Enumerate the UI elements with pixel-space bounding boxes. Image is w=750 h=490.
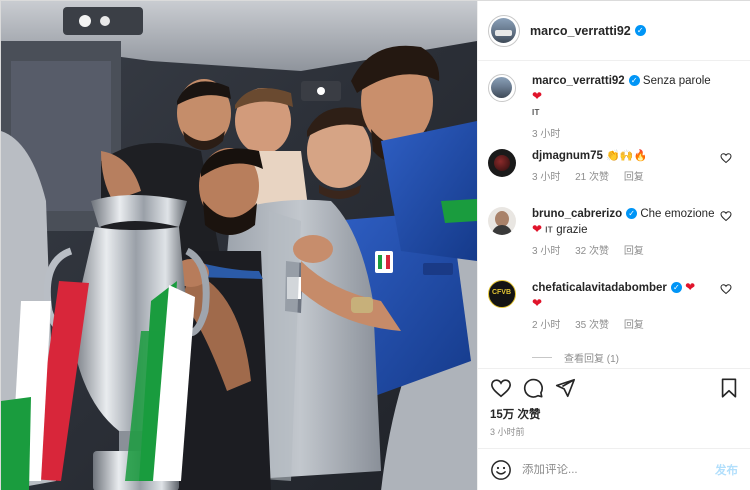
reply-button[interactable]: 回复 <box>624 172 644 183</box>
author-avatar[interactable] <box>488 14 520 47</box>
caption-text: Senza parole <box>642 75 711 87</box>
instagram-post-modal: marco_verratti92 ✓ marco_verratti92 ✓ Sen… <box>0 0 750 490</box>
italy-flag-icon: IT <box>532 108 540 117</box>
comment-body: chefaticalavitadabomber ✓ ❤ ❤ 2 小时 35 次赞 … <box>532 280 722 333</box>
like-comment-heart-icon[interactable] <box>720 283 732 295</box>
comment-time: 3 小时 <box>532 172 561 183</box>
comment-bubble-icon[interactable] <box>522 377 544 399</box>
comment-likes[interactable]: 21 次赞 <box>575 172 609 183</box>
view-replies-button[interactable]: 查看回复 (1) <box>532 350 619 365</box>
heart-emoji-icon: ❤ <box>532 89 543 103</box>
comment-meta: 3 小时 32 次赞 回复 <box>532 244 722 259</box>
verified-badge-icon: ✓ <box>670 282 682 294</box>
clap-emoji-icon: 👏 <box>606 150 620 162</box>
comment-meta: 3 小时 21 次赞 回复 <box>532 170 722 185</box>
add-comment-bar: 发布 <box>478 448 750 490</box>
post-actions: 15万 次赞 3 小时前 <box>478 368 750 448</box>
commenter-avatar[interactable] <box>488 149 516 177</box>
caption-avatar[interactable] <box>488 74 516 102</box>
fire-emoji-icon: 🔥 <box>633 150 648 162</box>
comments-list: marco_verratti92 ✓ Senza parole ❤ IT 3 小时… <box>478 62 750 368</box>
like-heart-icon[interactable] <box>490 377 512 399</box>
post-photo[interactable] <box>1 1 477 490</box>
heart-emoji-icon: ❤ <box>685 280 696 294</box>
verified-badge-icon: ✓ <box>626 208 638 220</box>
photo-illustration <box>1 1 477 490</box>
commenter-avatar[interactable]: CFVB <box>488 280 516 308</box>
comment-text: Che emozione <box>640 208 715 220</box>
reply-button[interactable]: 回复 <box>624 246 644 257</box>
comment-meta: 2 小时 35 次赞 回复 <box>532 318 722 333</box>
comment-body: bruno_cabrerizo ✓ Che emozione ❤ IT grazi… <box>532 207 722 259</box>
like-comment-heart-icon[interactable] <box>720 210 732 222</box>
likes-count[interactable]: 15万 次赞 <box>490 406 541 422</box>
verified-badge-icon: ✓ <box>628 75 640 87</box>
commenter-avatar[interactable] <box>488 207 516 235</box>
raised-hands-emoji-icon: 🙌 <box>619 150 634 162</box>
save-bookmark-icon[interactable] <box>718 377 740 399</box>
comment-likes[interactable]: 35 次赞 <box>575 320 609 331</box>
comment-time: 2 小时 <box>532 320 561 331</box>
post-time-ago: 3 小时前 <box>490 427 525 437</box>
share-paper-plane-icon[interactable] <box>554 377 576 399</box>
comment-text-after: grazie <box>556 224 588 236</box>
comment-username[interactable]: chefaticalavitadabomber <box>532 282 667 294</box>
cfvb-logo-text: CFVB <box>491 289 512 296</box>
caption-body: marco_verratti92 ✓ Senza parole ❤ IT 3 小时 <box>532 74 722 142</box>
comment-username[interactable]: bruno_cabrerizo <box>532 208 622 220</box>
comment-likes[interactable]: 32 次赞 <box>575 246 609 257</box>
comment-username[interactable]: djmagnum75 <box>532 150 603 162</box>
reply-button[interactable]: 回复 <box>624 320 644 331</box>
comment-time: 3 小时 <box>532 246 561 257</box>
caption-time: 3 小时 <box>532 128 561 140</box>
verified-badge-icon: ✓ <box>634 25 646 36</box>
post-comment-button[interactable]: 发布 <box>715 462 738 478</box>
author-username[interactable]: marco_verratti92 <box>530 24 631 38</box>
comment-body: djmagnum75 👏🙌🔥 3 小时 21 次赞 回复 <box>532 149 722 185</box>
replies-divider <box>532 357 552 358</box>
heart-emoji-icon: ❤ <box>532 222 543 236</box>
post-header: marco_verratti92 ✓ <box>478 1 750 61</box>
view-replies-label[interactable]: 查看回复 (1) <box>564 350 619 365</box>
italy-flag-icon: IT <box>545 225 553 235</box>
heart-emoji-icon: ❤ <box>532 296 543 310</box>
post-side-panel: marco_verratti92 ✓ marco_verratti92 ✓ Sen… <box>477 1 750 490</box>
comment-input[interactable] <box>522 464 702 476</box>
like-comment-heart-icon[interactable] <box>720 152 732 164</box>
emoji-smiley-icon[interactable] <box>490 459 512 481</box>
caption-username[interactable]: marco_verratti92 <box>532 75 625 87</box>
